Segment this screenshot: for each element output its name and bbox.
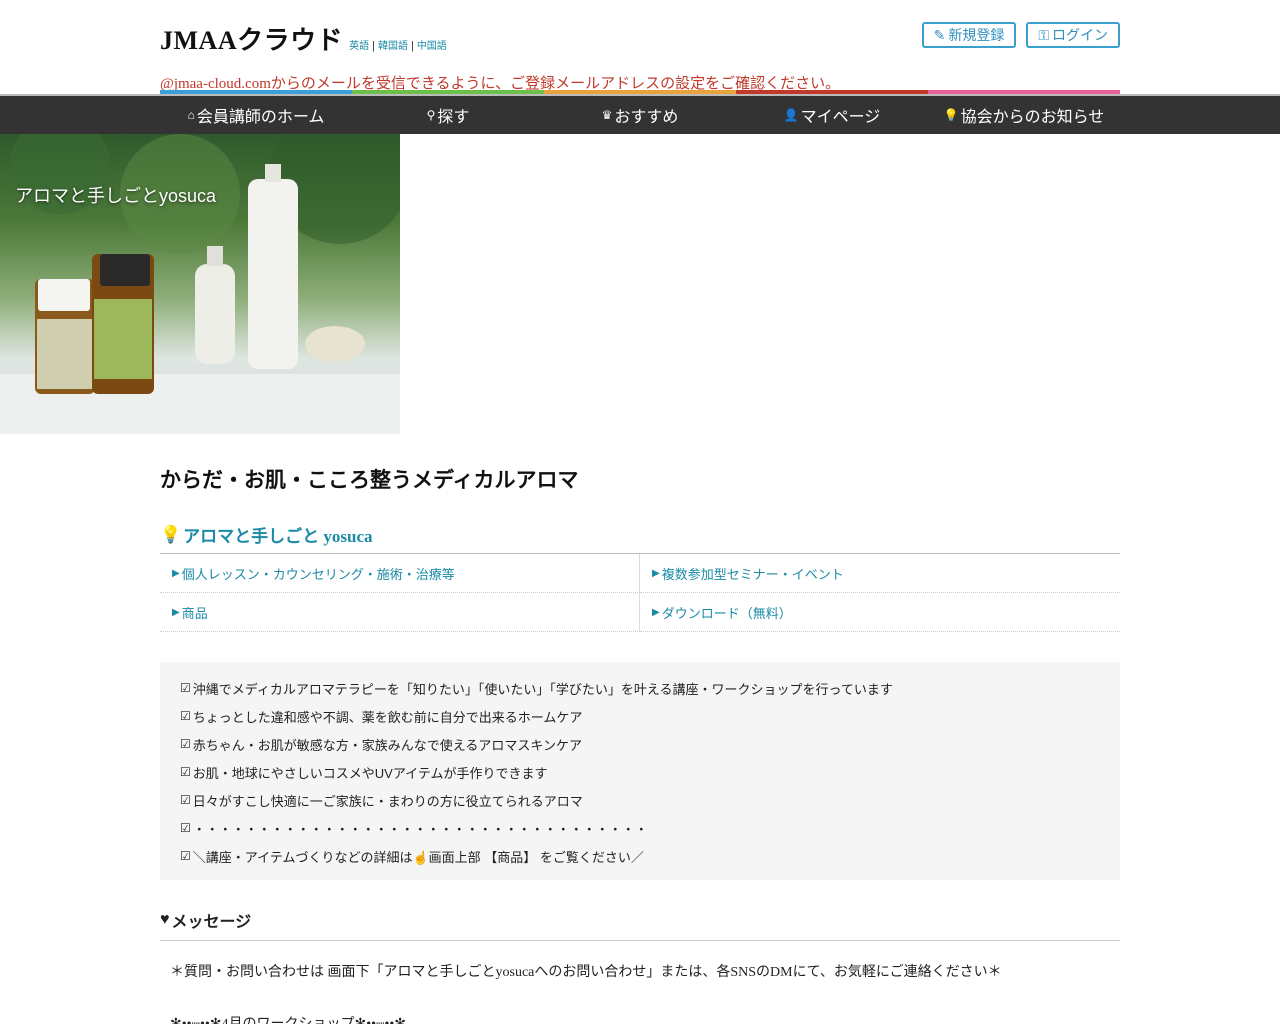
- nav-item-search[interactable]: ⚲ 探す: [352, 96, 544, 134]
- nav-item-label: マイページ: [800, 109, 881, 126]
- login-button[interactable]: ⚿ ログイン: [1026, 22, 1120, 48]
- category-links: ▶ 個人レッスン・カウンセリング・施術・治療等 ▶ 複数参加型セミナー・イベント…: [160, 554, 1120, 632]
- category-label: ダウンロード（無料）: [661, 605, 792, 621]
- checkbox-icon: ☑: [180, 793, 191, 807]
- message-heading-label: メッセージ: [171, 914, 252, 931]
- message-heading: ♥ メッセージ: [160, 908, 1120, 941]
- nav-item-recommended[interactable]: ♛ おすすめ: [544, 96, 736, 134]
- feature-text: ちょっとした違和感や不調、薬を飲む前に自分で出来るホームケア: [192, 709, 583, 725]
- lightbulb-icon: 💡: [160, 524, 182, 544]
- feature-text: 赤ちゃん・お肌が敏感な方・家族みんなで使えるアロマスキンケア: [192, 737, 582, 753]
- category-label: 複数参加型セミナー・イベント: [661, 566, 844, 582]
- lightbulb-icon: 💡: [943, 107, 959, 122]
- search-icon: ⚲: [426, 107, 436, 122]
- hero-title: アロマと手しごとyosuca: [15, 186, 217, 206]
- profile-title: からだ・お肌・こころ整うメディカルアロマ: [160, 468, 579, 492]
- feature-list: ☑ 沖縄でメディカルアロマテラピーを「知りたい」「使いたい」「学びたい」を叶える講…: [160, 662, 1120, 880]
- checkbox-icon: ☑: [180, 681, 191, 695]
- category-link-lessons[interactable]: ▶ 個人レッスン・カウンセリング・施術・治療等: [160, 554, 640, 593]
- feature-item: ☑ ちょっとした違和感や不調、薬を飲む前に自分で出来るホームケア: [180, 702, 1100, 730]
- checkbox-icon: ☑: [180, 849, 191, 863]
- checkbox-icon: ☑: [180, 765, 191, 779]
- brand: JMAAクラウド 英語 | 韓国語 | 中国語: [160, 20, 447, 57]
- nav-item-label: 協会からのお知らせ: [960, 109, 1105, 126]
- nav-item-label: 会員講師のホーム: [196, 109, 325, 126]
- category-link-downloads[interactable]: ▶ ダウンロード（無料）: [640, 593, 1120, 632]
- triangle-right-icon: ▶: [172, 567, 180, 579]
- signup-button[interactable]: ✎ 新規登録: [921, 22, 1017, 48]
- signup-label: 新規登録: [948, 27, 1005, 43]
- message-line: ＊質問・お問い合わせは 画面下「アロマと手しごとyosucaへのお問い合わせ」ま…: [170, 965, 1002, 980]
- feature-item: ☑ 沖縄でメディカルアロマテラピーを「知りたい」「使いたい」「学びたい」を叶える講…: [180, 674, 1100, 702]
- checkbox-icon: ☑: [180, 737, 191, 751]
- feature-item: ☑ 赤ちゃん・お肌が敏感な方・家族みんなで使えるアロマスキンケア: [180, 730, 1100, 758]
- site-logo-title[interactable]: JMAAクラウド: [160, 20, 343, 57]
- hero-image: アロマと手しごとyosuca: [0, 134, 400, 434]
- feature-text: ＼講座・アイテムづくりなどの詳細は☝画面上部 【商品】 をご覧ください／: [192, 849, 644, 865]
- shop-name-link[interactable]: アロマと手しごと yosuca: [183, 522, 372, 547]
- nav-item-label: おすすめ: [614, 109, 679, 126]
- feature-text: 日々がすこし快適に一ご家族に・まわりの方に役立てられるアロマ: [192, 793, 583, 809]
- nav-item-home[interactable]: ⌂ 会員講師のホーム: [160, 96, 352, 134]
- aroma-bottles-photo: [0, 134, 400, 434]
- login-label: ログイン: [1052, 27, 1108, 43]
- checkbox-icon: ☑: [180, 709, 191, 723]
- user-icon: 👤: [783, 107, 799, 122]
- category-link-products[interactable]: ▶ 商品: [160, 593, 640, 632]
- auth-buttons: ✎ 新規登録 ⚿ ログイン: [921, 22, 1120, 48]
- key-icon: ⚿: [1038, 26, 1049, 43]
- lang-link-english[interactable]: 英語: [349, 41, 369, 52]
- site-header: JMAAクラウド 英語 | 韓国語 | 中国語 ✎ 新規登録 ⚿ ログイン @jmaa-…: [160, 0, 1120, 92]
- main-nav: ⌂ 会員講師のホーム ⚲ 探す ♛ おすすめ 👤 マイページ 💡 協会からのお知…: [0, 96, 1280, 134]
- nav-item-announcements[interactable]: 💡 協会からのお知らせ: [928, 96, 1120, 134]
- shop-name: 💡 アロマと手しごと yosuca: [160, 522, 1120, 554]
- feature-text: 沖縄でメディカルアロマテラピーを「知りたい」「使いたい」「学びたい」を叶える講座…: [192, 681, 893, 697]
- feature-text: お肌・地球にやさしいコスメやUVアイテムが手作りできます: [192, 765, 548, 781]
- feature-item: ☑ 日々がすこし快適に一ご家族に・まわりの方に役立てられるアロマ: [180, 786, 1100, 814]
- triangle-right-icon: ▶: [652, 567, 660, 579]
- triangle-right-icon: ▶: [172, 606, 180, 618]
- pencil-icon: ✎: [933, 26, 946, 43]
- heart-icon: ♥: [160, 911, 170, 928]
- crown-icon: ♛: [601, 107, 613, 122]
- home-icon: ⌂: [187, 107, 195, 122]
- lang-link-chinese[interactable]: 中国語: [417, 41, 447, 52]
- checkbox-icon: ☑: [180, 821, 191, 835]
- category-link-seminars[interactable]: ▶ 複数参加型セミナー・イベント: [640, 554, 1120, 593]
- feature-item: ☑ ・・・・・・・・・・・・・・・・・・・・・・・・・・・・・・・・・・・: [180, 814, 1100, 842]
- lang-link-korean[interactable]: 韓国語: [378, 41, 408, 52]
- nav-item-mypage[interactable]: 👤 マイページ: [736, 96, 928, 134]
- category-label: 個人レッスン・カウンセリング・施術・治療等: [181, 566, 455, 582]
- message-line: ✻••┈••✻4月のワークショップ✻••┈••✻: [160, 1013, 1120, 1024]
- language-links: 英語 | 韓国語 | 中国語: [349, 40, 447, 52]
- nav-item-label: 探す: [437, 109, 470, 126]
- feature-item: ☑ お肌・地球にやさしいコスメやUVアイテムが手作りできます: [180, 758, 1100, 786]
- category-label: 商品: [181, 605, 208, 621]
- feature-text: ・・・・・・・・・・・・・・・・・・・・・・・・・・・・・・・・・・・: [192, 821, 648, 837]
- profile-main: からだ・お肌・こころ整うメディカルアロマ 💡 アロマと手しごと yosuca ▶…: [160, 464, 1120, 1024]
- triangle-right-icon: ▶: [652, 606, 660, 618]
- feature-item: ☑ ＼講座・アイテムづくりなどの詳細は☝画面上部 【商品】 をご覧ください／: [180, 842, 1100, 870]
